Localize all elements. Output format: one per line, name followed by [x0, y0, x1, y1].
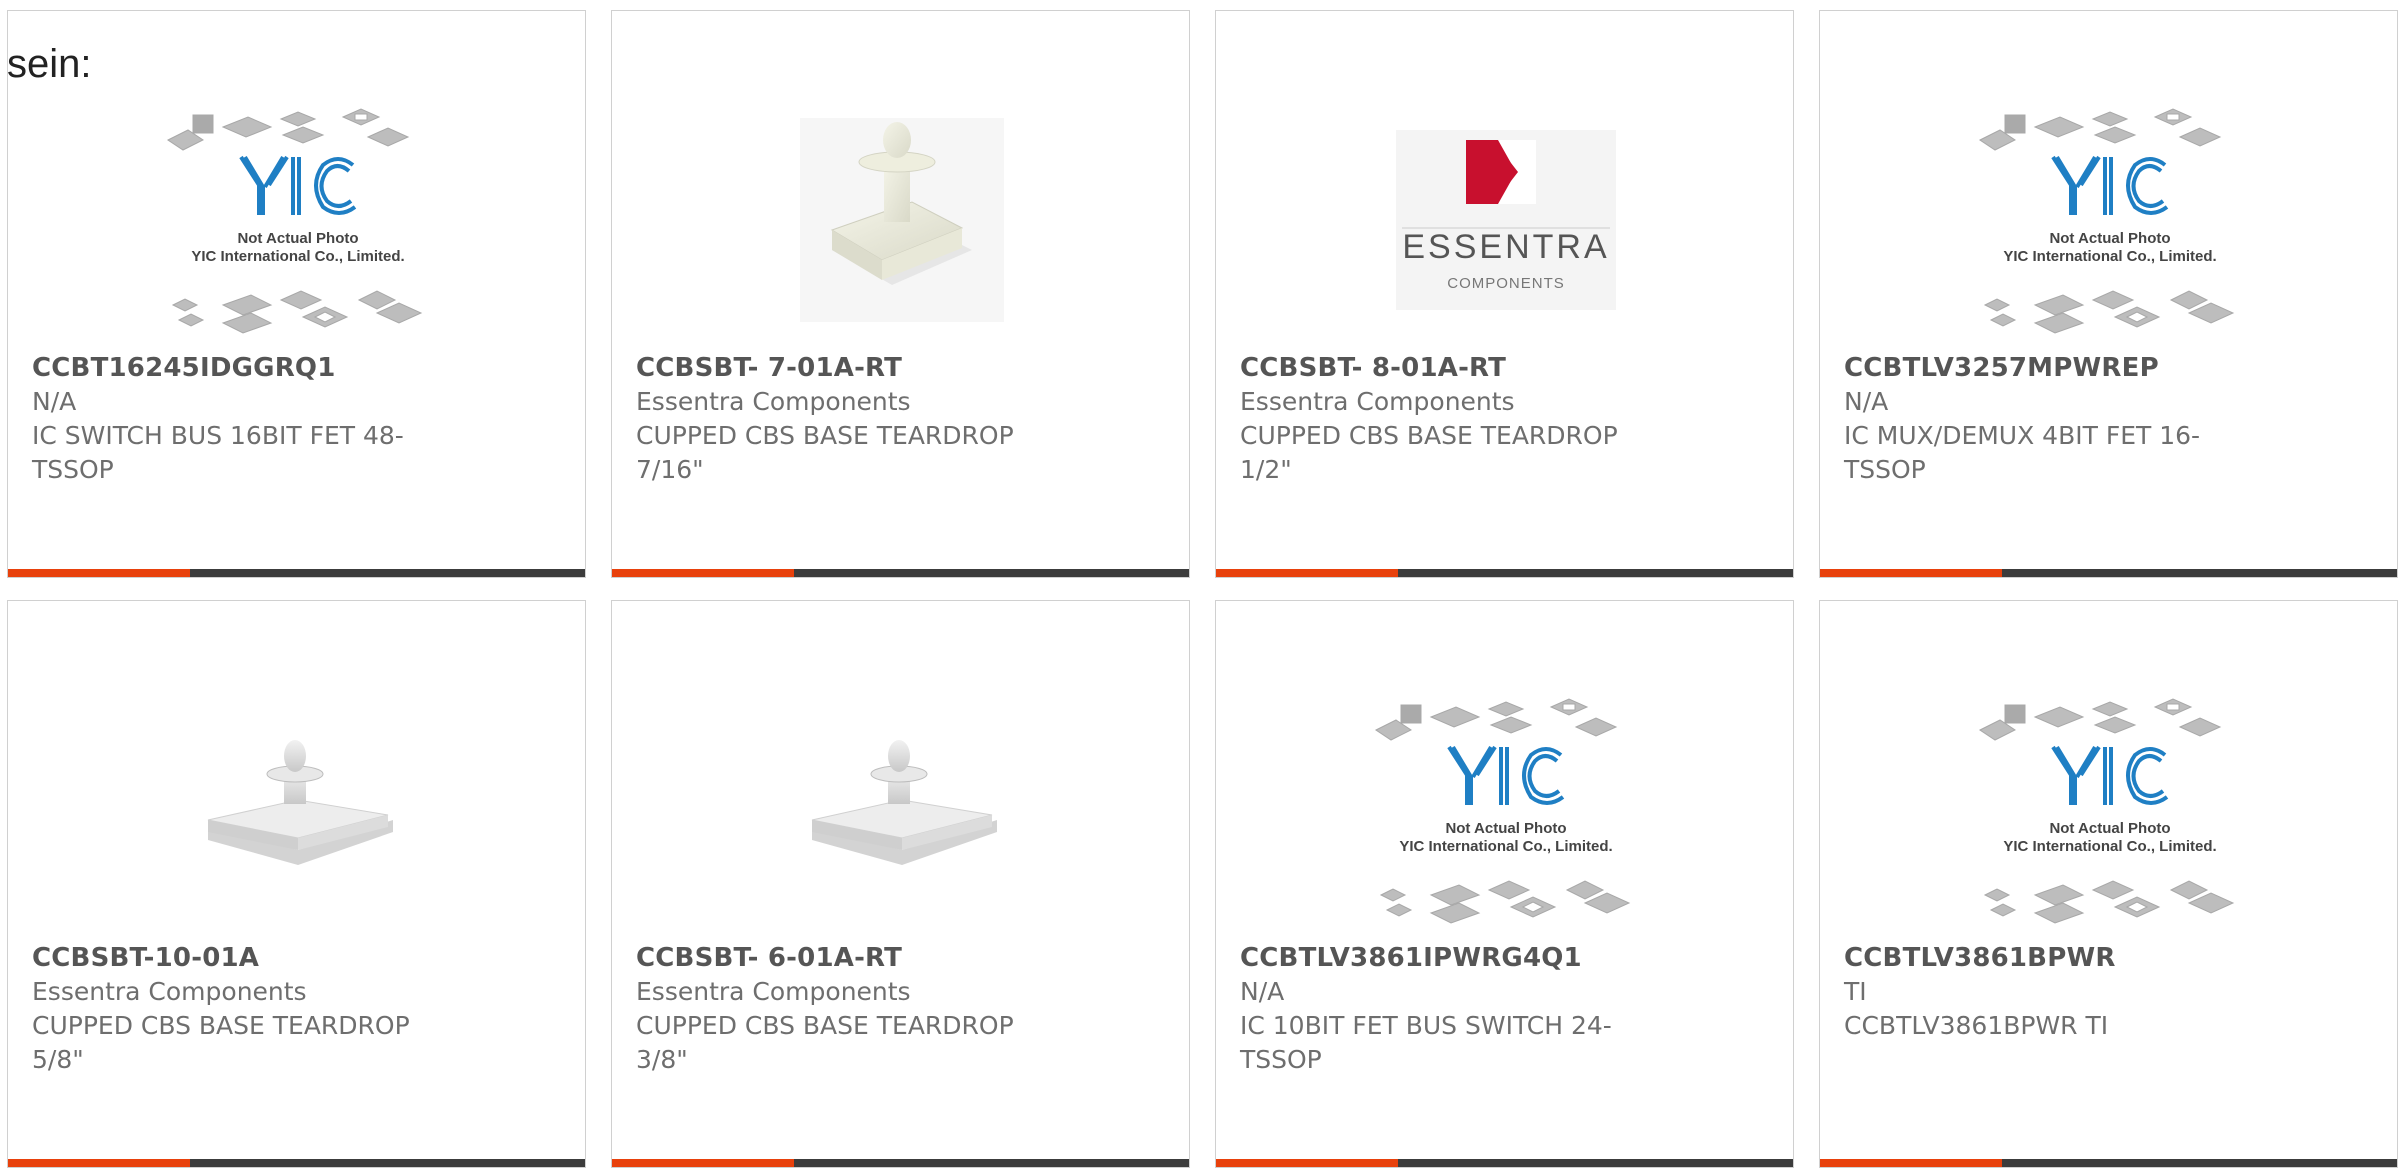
product-info: CCBTLV3861IPWRG4Q1 N/A IC 10BIT FET BUS SW… — [1240, 941, 1769, 1077]
standoff-image — [811, 740, 997, 865]
product-part-number[interactable]: CCBSBT- 7-01A-RT — [636, 351, 1165, 385]
product-description: IC MUX/DEMUX 4BIT FET 16-TSSOP — [1844, 421, 2201, 484]
card-bottom-bar — [1216, 569, 1793, 577]
card-bottom-bar — [8, 569, 585, 577]
card-accent-stripe — [8, 569, 190, 577]
product-manufacturer: N/A — [1240, 977, 1285, 1006]
product-image[interactable]: Not Actual Photo YIC International Co., … — [1371, 675, 1641, 945]
card-accent-stripe — [1820, 569, 2002, 577]
product-card[interactable]: Not Actual Photo YIC International Co., … — [1215, 600, 1794, 1168]
product-image[interactable]: ESSENTRA COMPONENTS — [1371, 85, 1641, 355]
product-info: CCBSBT- 8-01A-RT Essentra Components CUPPE… — [1240, 351, 1769, 487]
product-manufacturer: Essentra Components — [32, 977, 307, 1006]
product-manufacturer: Essentra Components — [636, 977, 911, 1006]
essentra-logo-image: ESSENTRA COMPONENTS — [1396, 130, 1616, 310]
product-card[interactable]: Not Actual Photo YIC International Co., … — [1819, 10, 2398, 578]
card-accent-stripe — [612, 1159, 794, 1167]
product-image[interactable]: Not Actual Photo YIC International Co., … — [1975, 675, 2245, 945]
product-part-number[interactable]: CCBSBT- 8-01A-RT — [1240, 351, 1769, 385]
product-image[interactable] — [163, 675, 433, 945]
product-card[interactable]: ESSENTRA COMPONENTS CCBSBT- 8-01A-RT Esse… — [1215, 10, 1794, 578]
card-bottom-bar — [612, 1159, 1189, 1167]
yic-placeholder-image: Not Actual Photo YIC International Co., … — [1979, 108, 2235, 334]
product-part-number[interactable]: CCBSBT- 6-01A-RT — [636, 941, 1165, 975]
essentra-sub: COMPONENTS — [1447, 275, 1565, 292]
product-card[interactable]: Not Actual Photo YIC International Co., … — [7, 10, 586, 578]
placeholder-line2: YIC International Co., Limited. — [2003, 248, 2216, 265]
product-part-number[interactable]: CCBSBT-10-01A — [32, 941, 561, 975]
product-image[interactable]: Not Actual Photo YIC International Co., … — [1975, 85, 2245, 355]
product-manufacturer: N/A — [32, 387, 77, 416]
product-part-number[interactable]: CCBT16245IDGGRQ1 — [32, 351, 561, 385]
yic-placeholder-image: Not Actual Photo YIC International Co., … — [1375, 698, 1631, 924]
product-manufacturer: TI — [1844, 977, 1867, 1006]
product-part-number[interactable]: CCBTLV3257MPWREP — [1844, 351, 2373, 385]
product-info: CCBTLV3257MPWREP N/A IC MUX/DEMUX 4BIT FET… — [1844, 351, 2373, 487]
product-image[interactable] — [767, 85, 1037, 355]
card-accent-stripe — [1216, 569, 1398, 577]
card-bottom-bar — [1820, 569, 2397, 577]
essentra-name: ESSENTRA — [1402, 228, 1609, 266]
standoff-image — [800, 118, 1004, 322]
product-description: CUPPED CBS BASE TEARDROP 1/2" — [1240, 421, 1618, 484]
placeholder-line2: YIC International Co., Limited. — [191, 248, 404, 265]
product-info: CCBT16245IDGGRQ1 N/A IC SWITCH BUS 16BIT F… — [32, 351, 561, 487]
product-image[interactable]: Not Actual Photo YIC International Co., … — [163, 85, 433, 355]
card-accent-stripe — [1216, 1159, 1398, 1167]
placeholder-line1: Not Actual Photo — [2049, 820, 2170, 837]
product-description: CUPPED CBS BASE TEARDROP 3/8" — [636, 1011, 1014, 1074]
product-description: IC 10BIT FET BUS SWITCH 24-TSSOP — [1240, 1011, 1612, 1074]
card-accent-stripe — [1820, 1159, 2002, 1167]
card-bottom-bar — [612, 569, 1189, 577]
placeholder-line1: Not Actual Photo — [237, 230, 358, 247]
placeholder-line2: YIC International Co., Limited. — [1399, 838, 1612, 855]
card-bottom-bar — [1216, 1159, 1793, 1167]
placeholder-line1: Not Actual Photo — [1445, 820, 1566, 837]
product-part-number[interactable]: CCBTLV3861IPWRG4Q1 — [1240, 941, 1769, 975]
product-manufacturer: Essentra Components — [636, 387, 911, 416]
product-part-number[interactable]: CCBTLV3861BPWR — [1844, 941, 2373, 975]
product-card[interactable]: Not Actual Photo YIC International Co., … — [1819, 600, 2398, 1168]
card-bottom-bar — [8, 1159, 585, 1167]
product-info: CCBSBT- 6-01A-RT Essentra Components CUPPE… — [636, 941, 1165, 1077]
product-description: CUPPED CBS BASE TEARDROP 7/16" — [636, 421, 1014, 484]
card-accent-stripe — [8, 1159, 190, 1167]
product-info: CCBTLV3861BPWR TI CCBTLV3861BPWR TI — [1844, 941, 2373, 1043]
product-manufacturer: N/A — [1844, 387, 1889, 416]
product-card[interactable]: CCBSBT- 7-01A-RT Essentra Components CUPPE… — [611, 10, 1190, 578]
placeholder-line1: Not Actual Photo — [2049, 230, 2170, 247]
yic-placeholder-image: Not Actual Photo YIC International Co., … — [167, 108, 423, 334]
product-card[interactable]: CCBSBT- 6-01A-RT Essentra Components CUPPE… — [611, 600, 1190, 1168]
product-description: CUPPED CBS BASE TEARDROP 5/8" — [32, 1011, 410, 1074]
placeholder-line2: YIC International Co., Limited. — [2003, 838, 2216, 855]
product-description: IC SWITCH BUS 16BIT FET 48-TSSOP — [32, 421, 404, 484]
card-accent-stripe — [612, 569, 794, 577]
product-image[interactable] — [767, 675, 1037, 945]
yic-placeholder-image: Not Actual Photo YIC International Co., … — [1979, 698, 2235, 924]
product-info: CCBSBT- 7-01A-RT Essentra Components CUPPE… — [636, 351, 1165, 487]
card-bottom-bar — [1820, 1159, 2397, 1167]
standoff-image — [207, 740, 393, 865]
product-info: CCBSBT-10-01A Essentra Components CUPPED C… — [32, 941, 561, 1077]
product-description: CCBTLV3861BPWR TI — [1844, 1011, 2109, 1040]
product-manufacturer: Essentra Components — [1240, 387, 1515, 416]
product-card[interactable]: CCBSBT-10-01A Essentra Components CUPPED C… — [7, 600, 586, 1168]
intro-text: sein: — [7, 42, 92, 86]
